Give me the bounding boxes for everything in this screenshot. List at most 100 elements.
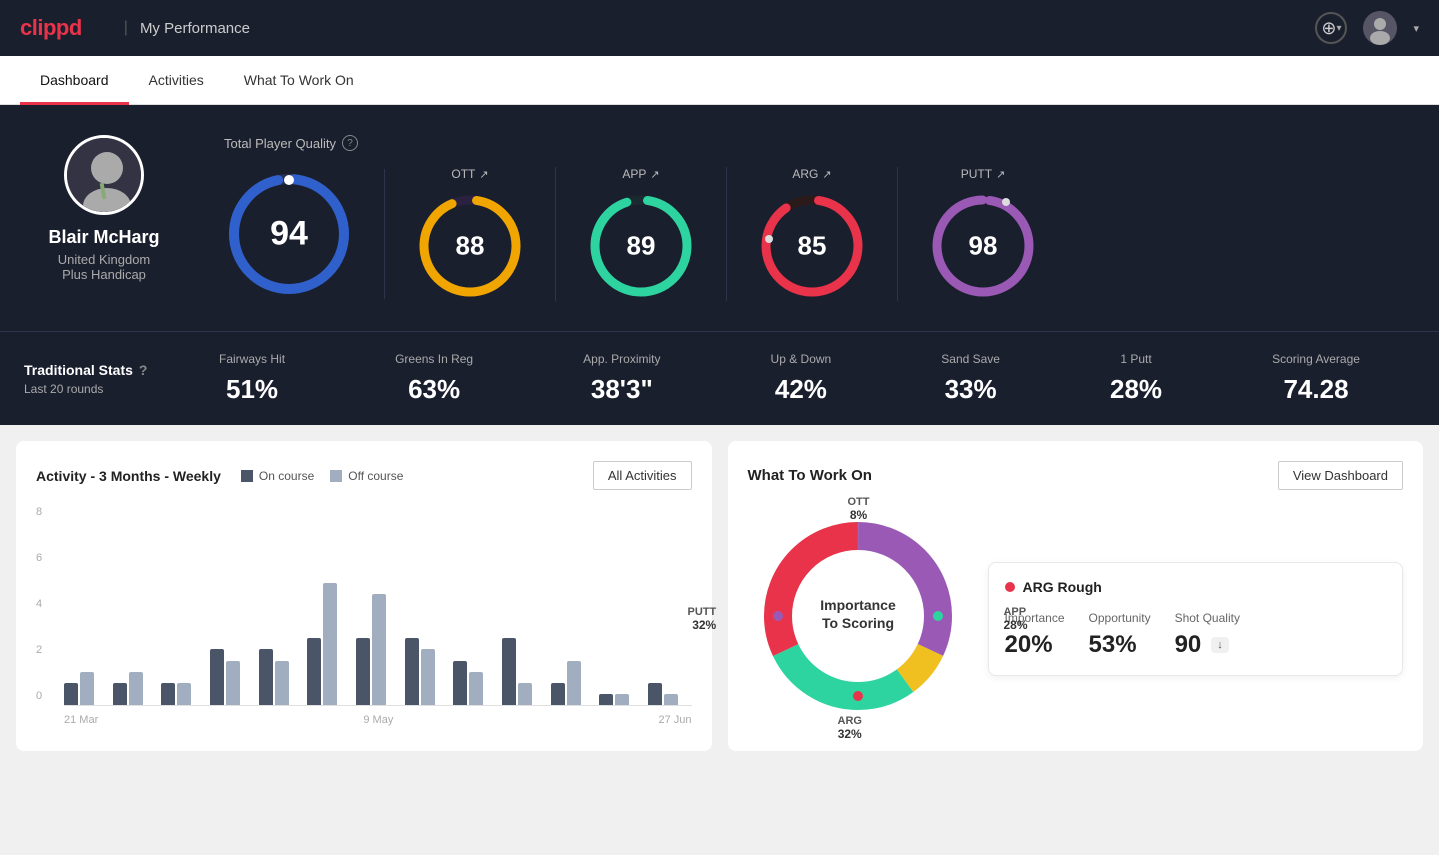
what-to-work-on-panel: What To Work On View Dashboard OTT 8% AP… [728, 441, 1424, 751]
legend-off-course: Off course [330, 469, 403, 483]
bar-group [113, 672, 157, 705]
putt-label: PUTT ↗ [961, 167, 1006, 181]
on-course-bar [356, 638, 370, 705]
add-button[interactable]: ⊕ ▾ [1315, 12, 1347, 44]
stat-sand-save-value: 33% [941, 374, 1000, 405]
on-course-bar [502, 638, 516, 705]
nav-right: ⊕ ▾ ▾ [1315, 11, 1419, 45]
ott-segment-pct: 8% [848, 508, 870, 522]
tab-activities[interactable]: Activities [129, 56, 224, 105]
off-course-bar [323, 583, 337, 705]
bar-group [599, 694, 643, 705]
bar-group [453, 661, 497, 705]
user-avatar[interactable] [1363, 11, 1397, 45]
tab-bar: Dashboard Activities What To Work On [0, 56, 1439, 105]
stat-one-putt-label: 1 Putt [1110, 352, 1162, 366]
off-course-bar [615, 694, 629, 705]
tpq-label: Total Player Quality ? [224, 135, 1415, 151]
metrics-row: 94 OTT ↗ 88 [224, 167, 1415, 301]
view-dashboard-button[interactable]: View Dashboard [1278, 461, 1403, 490]
arg-value: 85 [798, 231, 827, 262]
activity-chart-panel: Activity - 3 Months - Weekly On course O… [16, 441, 712, 751]
stat-sand-save-label: Sand Save [941, 352, 1000, 366]
app-segment-pct: 28% [1003, 618, 1027, 632]
bar-group [307, 583, 351, 705]
off-course-bar [275, 661, 289, 705]
app-segment-label: APP [1003, 606, 1027, 618]
on-course-bar [161, 683, 175, 705]
stat-scoring-average: Scoring Average 74.28 [1272, 352, 1360, 405]
putt-segment-label: PUTT [688, 606, 717, 618]
y-label-2: 2 [36, 644, 42, 656]
off-course-bar [226, 661, 240, 705]
wtwo-shot-quality-label: Shot Quality [1175, 611, 1240, 625]
on-course-bar [405, 638, 419, 705]
putt-value: 98 [969, 231, 998, 262]
y-axis: 8 6 4 2 0 [36, 506, 42, 702]
off-course-bar [469, 672, 483, 705]
ott-label-group: OTT 8% [848, 496, 870, 522]
wtwo-opportunity-label: Opportunity [1089, 611, 1151, 625]
metrics-section: Total Player Quality ? 94 [224, 135, 1415, 301]
ott-gauge: 88 [415, 191, 525, 301]
stats-items: Fairways Hit 51% Greens In Reg 63% App. … [164, 352, 1415, 405]
stat-fairways-hit-value: 51% [219, 374, 285, 405]
metric-putt: PUTT ↗ 98 [898, 167, 1068, 301]
putt-segment-pct: 32% [688, 618, 717, 632]
on-course-bar [307, 638, 321, 705]
putt-gauge: 98 [928, 191, 1038, 301]
top-nav: clippd | My Performance ⊕ ▾ ▾ [0, 0, 1439, 56]
on-course-bar [551, 683, 565, 705]
donut-wrapper: OTT 8% APP 28% ARG 32% PUTT 32% [748, 506, 968, 731]
nav-title: My Performance [140, 20, 250, 37]
tpq-help-icon[interactable]: ? [342, 135, 358, 151]
bar-group [210, 649, 254, 705]
wtwo-importance-value: 20% [1005, 631, 1065, 659]
x-label-may: 9 May [363, 714, 393, 726]
on-course-bar [64, 683, 78, 705]
app-value: 89 [627, 231, 656, 262]
bar-group [259, 649, 303, 705]
tab-what-to-work-on[interactable]: What To Work On [224, 56, 374, 105]
on-course-bar [453, 661, 467, 705]
ott-value: 88 [456, 231, 485, 262]
stat-one-putt-value: 28% [1110, 374, 1162, 405]
arg-trend: ↗ [822, 168, 831, 181]
tpq-value: 94 [270, 215, 308, 254]
ott-label: OTT ↗ [451, 167, 488, 181]
bar-chart-area: 8 6 4 2 0 21 Mar 9 May 27 Jun [36, 506, 692, 726]
add-chevron: ▾ [1337, 23, 1342, 34]
bar-group [356, 594, 400, 705]
user-chevron: ▾ [1413, 22, 1419, 35]
bar-group [648, 683, 692, 705]
bottom-section: Activity - 3 Months - Weekly On course O… [0, 425, 1439, 767]
bar-group [551, 661, 595, 705]
chart-actions: All Activities [593, 461, 692, 490]
stat-scoring-average-label: Scoring Average [1272, 352, 1360, 366]
app-label: APP ↗ [622, 167, 659, 181]
tpq-gauge: 94 [224, 169, 354, 299]
off-course-bar [129, 672, 143, 705]
tab-dashboard[interactable]: Dashboard [20, 56, 129, 105]
stat-app-proximity-value: 38'3" [583, 374, 660, 405]
stat-fairways-hit: Fairways Hit 51% [219, 352, 285, 405]
bar-group [64, 672, 108, 705]
wtwo-content: OTT 8% APP 28% ARG 32% PUTT 32% [748, 506, 1404, 731]
app-trend: ↗ [650, 168, 659, 181]
player-handicap: Plus Handicap [62, 267, 146, 282]
stats-help-icon[interactable]: ? [139, 362, 148, 378]
app-gauge: 89 [586, 191, 696, 301]
all-activities-button[interactable]: All Activities [593, 461, 692, 490]
stat-greens-in-reg-label: Greens In Reg [395, 352, 473, 366]
app-label-group: APP 28% [1003, 606, 1027, 632]
stat-greens-in-reg: Greens In Reg 63% [395, 352, 473, 405]
on-course-bar [259, 649, 273, 705]
metric-tpq: 94 [224, 169, 385, 299]
arg-gauge: 85 [757, 191, 867, 301]
wtwo-card-title: ARG Rough [1005, 579, 1387, 595]
wtwo-shot-quality-badge: ↓ [1211, 637, 1229, 653]
stats-label: Traditional Stats ? Last 20 rounds [24, 362, 164, 396]
svg-text:To Scoring: To Scoring [821, 615, 893, 631]
on-course-bar [113, 683, 127, 705]
legend-on-course: On course [241, 469, 314, 483]
